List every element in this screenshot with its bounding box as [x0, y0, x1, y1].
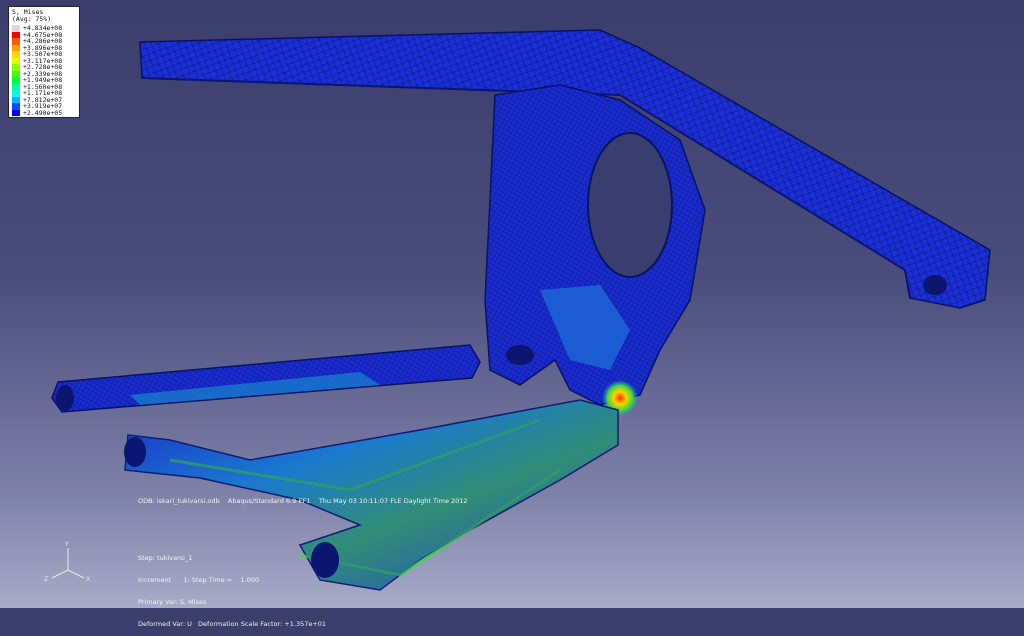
center-bracket[interactable]	[484, 84, 706, 406]
triad-z-label: Z	[44, 576, 48, 583]
primary-var-label: Primary Var: S, Mises	[138, 598, 207, 607]
odb-info: ODB: iskari_tukivarsi.odb Abaqus/Standar…	[138, 497, 468, 505]
stress-legend: S, Mises (Avg: 75%) +4.834e+08 +4.675e+08…	[8, 6, 80, 118]
increment-label: Increment 1: Step Time = 1.000	[138, 576, 260, 585]
bracket-bore	[587, 132, 673, 278]
legend-entry: +2.490e+05	[12, 108, 76, 117]
step-info: Step: tukivarsi_1 Increment 1: Step Time…	[138, 540, 326, 636]
step-label: Step: tukivarsi_1	[138, 553, 193, 562]
legend-value: +2.490e+05	[23, 108, 63, 117]
legend-subtitle: (Avg: 75%)	[12, 15, 52, 23]
arm-end-hole	[923, 275, 947, 295]
model-viewport[interactable]	[0, 0, 1024, 608]
axis-triad: Y Z X	[44, 541, 90, 583]
triad-x-label: X	[86, 576, 90, 583]
deformed-var-label: Deformed Var: U Deformation Scale Factor…	[138, 620, 327, 629]
triad-y-label: Y	[64, 541, 69, 548]
tie-rod[interactable]	[51, 344, 481, 413]
legend-swatch	[12, 109, 20, 116]
